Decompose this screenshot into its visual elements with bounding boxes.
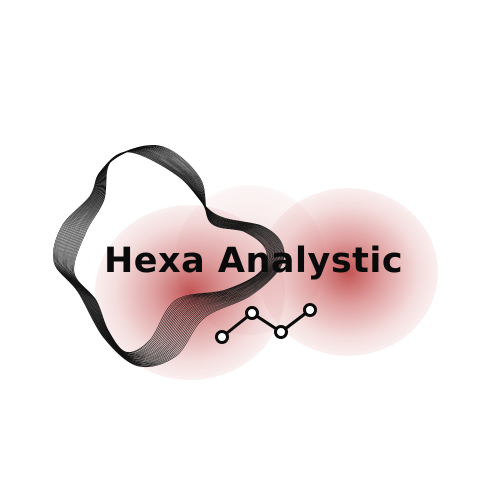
brand-name: Hexa Analystic: [104, 241, 404, 281]
logo-canvas: Hexa Analystic: [0, 0, 500, 500]
